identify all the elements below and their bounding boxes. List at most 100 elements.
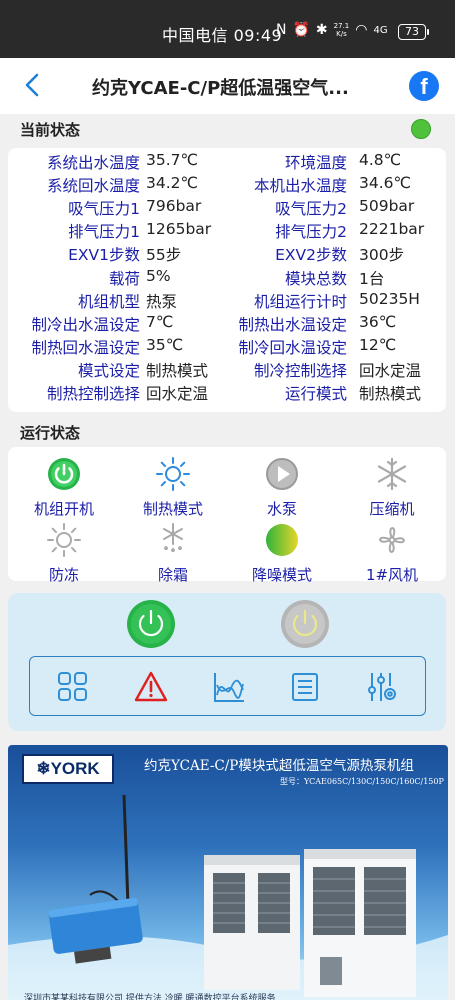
fan-icon: [379, 527, 405, 553]
sun-outline-icon: [47, 523, 81, 557]
status-label: 吸气压力1: [68, 200, 140, 219]
status-label: 排气压力1: [68, 223, 140, 242]
run-item-label: 压缩机: [369, 500, 415, 518]
run-item-label: 水泵: [266, 500, 297, 518]
status-value: 7℃: [146, 312, 174, 331]
tool-bar: [29, 656, 426, 716]
status-row: 排气压力1 1265bar 排气压力2 2221bar: [8, 220, 446, 243]
power-on-icon: [48, 458, 80, 490]
status-row: 制热回水温设定 35℃ 制冷回水温设定 12℃: [8, 336, 446, 359]
status-value: 34.2℃: [146, 174, 198, 193]
run-item-label: 防冻: [48, 566, 79, 584]
chevron-left-icon[interactable]: [22, 72, 44, 98]
status-label: 吸气压力2: [275, 200, 347, 219]
status-label: 模块总数: [284, 269, 347, 288]
run-item-pump: 水泵: [232, 456, 332, 519]
status-label: EXV2步数: [275, 246, 347, 265]
signal-label: 4G: [373, 24, 388, 36]
list-icon[interactable]: [288, 670, 322, 704]
chart-icon[interactable]: [212, 670, 246, 704]
power-off-button-icon[interactable]: [280, 599, 330, 649]
status-value: 回水定温: [359, 361, 422, 380]
status-value: 回水定温: [146, 385, 209, 403]
status-value: 2221bar: [359, 220, 425, 239]
run-status-card: 机组开机 制热模式 水泵 压缩机 防冻 除霜 降噪模式 1#风机: [8, 447, 446, 584]
banner-footer: 深圳市某某科技有限公司 提供方法 冷暖 暖通数控平台系统服务: [24, 994, 276, 1000]
net-speed: 27.1 K/s: [333, 22, 350, 38]
status-value: 55步: [146, 246, 182, 265]
status-row: 机组机型 热泵 机组运行计时 50235H: [8, 290, 446, 313]
snowflake-icon: [377, 457, 407, 491]
run-item-label: 1#风机: [365, 566, 419, 584]
status-value: 300步: [359, 246, 405, 265]
bluetooth-icon: ✱: [315, 22, 328, 38]
system-status-bar: 中国电信 09:49 N ⏰ ✱ 27.1 K/s ◠ 4G 73: [0, 0, 455, 58]
status-label: 系统回水温度: [46, 177, 140, 196]
status-label: 制热出水温设定: [238, 315, 347, 334]
status-row: 系统回水温度 34.2℃ 本机出水温度 34.6℃: [8, 174, 446, 197]
run-item-label: 降噪模式: [251, 566, 312, 584]
run-item-unit-on: 机组开机: [14, 456, 114, 519]
status-value: 35℃: [146, 335, 184, 354]
page-title: 约克YCAE-C/P超低温强空气...: [92, 78, 349, 99]
online-indicator: [411, 119, 431, 139]
status-label: 载荷: [108, 269, 140, 288]
status-row: 制热控制选择 回水定温 运行模式 制热模式: [8, 382, 446, 405]
defrost-icon: [163, 523, 183, 552]
grid-icon[interactable]: [56, 670, 90, 704]
status-row: 制冷出水温设定 7℃ 制热出水温设定 36℃: [8, 313, 446, 336]
status-value: 12℃: [359, 335, 397, 354]
pump-play-icon: [266, 458, 298, 490]
status-label: 本机出水温度: [253, 177, 347, 196]
status-row: 模式设定 制热模式 制冷控制选择 回水定温: [8, 359, 446, 382]
settings-sliders-icon[interactable]: [365, 670, 399, 704]
power-on-button-icon[interactable]: [126, 599, 176, 649]
quiet-mode-icon: [266, 524, 298, 556]
status-label: 运行模式: [284, 385, 347, 403]
status-row: 吸气压力1 796bar 吸气压力2 509bar: [8, 197, 446, 220]
current-status-title: 当前状态: [20, 121, 81, 139]
control-panel: [8, 593, 446, 731]
york-logo: ❄YORK: [22, 754, 114, 784]
status-label: 制热回水温设定: [31, 338, 140, 357]
carrier-time: 中国电信 09:49: [162, 26, 283, 45]
status-value: 796bar: [146, 197, 202, 216]
status-label: EXV1步数: [68, 246, 140, 265]
status-icons: N ⏰ ✱ 27.1 K/s ◠ 4G: [276, 22, 388, 38]
status-value: 热泵: [146, 292, 178, 311]
status-label: 系统出水温度: [46, 154, 140, 172]
status-value: 制热模式: [146, 361, 209, 380]
status-row: 载荷 5% 模块总数 1台: [8, 267, 446, 290]
sun-icon: [156, 457, 190, 491]
product-illustration: [8, 794, 448, 1000]
status-value: 509bar: [359, 197, 415, 216]
product-banner: ❄YORK 约克YCAE-C/P模块式超低温空气源热泵机组 型号：YCAE065…: [8, 745, 448, 1000]
status-value: 50235H: [359, 289, 420, 308]
banner-title: 约克YCAE-C/P模块式超低温空气源热泵机组: [144, 758, 414, 774]
status-label: 排气压力2: [275, 223, 347, 242]
run-status-title: 运行状态: [20, 424, 81, 442]
heat-pump-unit: [204, 855, 300, 990]
status-label: 环境温度: [284, 154, 347, 172]
alarm-clock-icon: ⏰: [292, 22, 310, 38]
facebook-icon[interactable]: f: [409, 71, 439, 101]
status-value: 1台: [359, 269, 385, 288]
run-item-label: 除霜: [157, 566, 188, 584]
app-header: 约克YCAE-C/P超低温强空气... f: [0, 58, 455, 114]
status-value: 34.6℃: [359, 174, 411, 193]
run-item-heating-mode: 制热模式: [123, 456, 223, 519]
run-item-antifreeze: 防冻: [14, 522, 114, 585]
heat-pump-unit: [304, 849, 416, 997]
run-item-compressor: 压缩机: [342, 456, 442, 519]
nfc-icon: N: [276, 22, 287, 38]
run-item-defrost: 除霜: [123, 522, 223, 585]
status-value: 制热模式: [359, 385, 422, 403]
current-status-card: 系统出水温度 35.7℃ 环境温度 4.8℃ 系统回水温度 34.2℃ 本机出水温度 34.6…: [8, 148, 446, 412]
wifi-icon: ◠: [355, 22, 368, 38]
status-value: 1265bar: [146, 220, 212, 239]
run-item-fan-1: 1#风机: [342, 522, 442, 585]
alarm-icon[interactable]: [134, 670, 168, 704]
status-label: 制冷回水温设定: [238, 338, 347, 357]
run-item-label: 机组开机: [33, 500, 94, 518]
status-label: 机组机型: [77, 292, 140, 311]
